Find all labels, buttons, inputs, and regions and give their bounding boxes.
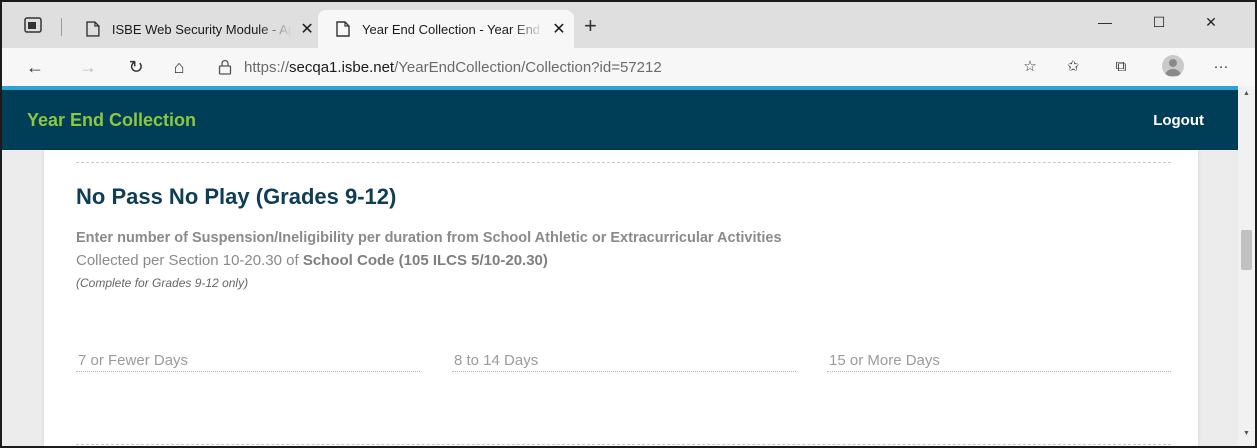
tab-close-icon[interactable]: ✕ [298,19,316,39]
collections-icon[interactable]: ⧉ [1110,56,1132,78]
favorites-icon[interactable]: ✩ [1062,56,1084,78]
address-bar[interactable]: https:// secqa1.isbe.net /YearEndCollect… [212,53,990,81]
home-icon[interactable]: ⌂ [168,56,190,78]
input-placeholder: 7 or Fewer Days [78,352,189,369]
lock-icon[interactable] [218,59,232,75]
url-scheme: https:// [244,58,290,76]
app-header: Year End Collection Logout [2,90,1238,150]
tab-title: Year End Collection - Year End Collectio… [362,21,544,37]
logout-link[interactable]: Logout [1153,112,1204,129]
back-icon[interactable]: ← [24,56,46,78]
browser-toolbar: ← → ↻ ⌂ https:// secqa1.isbe.net /YearEn… [2,48,1255,86]
section-citation: Collected per Section 10-20.30 of School… [76,252,548,269]
close-window-button[interactable]: ✕ [1188,10,1234,34]
tab-separator [61,18,62,36]
seven-or-fewer-days-input[interactable]: 7 or Fewer Days [76,352,420,372]
scroll-up-icon[interactable]: ▲ [1238,90,1255,102]
citation-code: School Code (105 ILCS 5/10-20.30) [302,252,548,269]
tab-actions-icon[interactable] [24,17,42,33]
section-note: (Complete for Grades 9-12 only) [76,276,249,290]
section-title: No Pass No Play (Grades 9-12) [76,184,397,209]
tab-close-icon[interactable]: ✕ [550,19,568,39]
page-scrollbar[interactable]: ▲ ▼ [1238,86,1255,446]
tab-year-end-collection[interactable]: Year End Collection - Year End Collectio… [318,10,574,48]
section-instruction: Enter number of Suspension/Ineligibility… [76,230,782,246]
input-placeholder: 15 or More Days [829,352,940,369]
section-divider [76,444,1171,445]
app-title[interactable]: Year End Collection [27,110,196,131]
tab-isbe-web-security[interactable]: ISBE Web Security Module - Application ✕ [86,10,316,48]
add-favorite-icon[interactable]: ☆ [1019,56,1041,78]
title-bar: ISBE Web Security Module - Application ✕… [2,2,1255,48]
scroll-down-icon[interactable]: ▼ [1238,430,1255,442]
minimize-button[interactable]: — [1082,10,1128,34]
eight-to-fourteen-days-input[interactable]: 8 to 14 Days [452,352,796,372]
url-path: /YearEndCollection/Collection?id=57212 [394,58,662,76]
scroll-thumb[interactable] [1241,230,1252,270]
url-host: secqa1.isbe.net [289,58,395,76]
form-card: No Pass No Play (Grades 9-12) Enter numb… [44,150,1198,446]
browser-window: ISBE Web Security Module - Application ✕… [0,0,1257,448]
tab-title: ISBE Web Security Module - Application [111,21,292,37]
forward-icon[interactable]: → [77,56,99,78]
profile-avatar[interactable] [1162,55,1184,77]
maximize-button[interactable]: ☐ [1136,10,1182,34]
new-tab-button[interactable]: + [584,15,597,37]
page-icon [336,21,350,37]
page-icon [86,21,100,37]
refresh-icon[interactable]: ↻ [125,56,147,78]
more-options-icon[interactable]: ··· [1210,56,1232,78]
section-divider [76,162,1171,163]
citation-prefix: Collected per Section 10-20.30 of [76,252,303,269]
input-placeholder: 8 to 14 Days [454,352,539,369]
fifteen-or-more-days-input[interactable]: 15 or More Days [827,352,1171,372]
